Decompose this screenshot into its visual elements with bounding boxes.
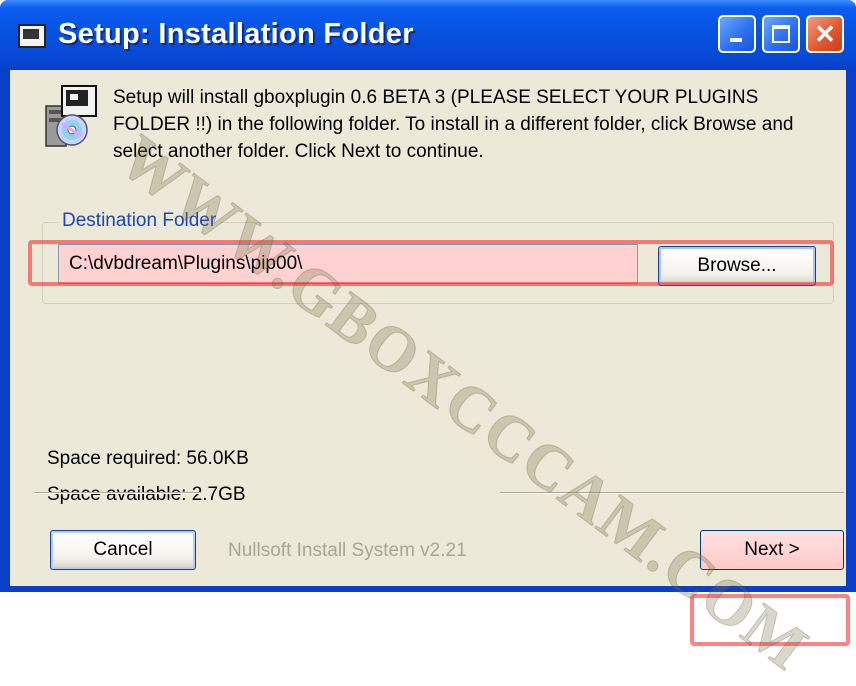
installer-window: Setup: Installation Folder ✕ Setup will …: [0, 0, 856, 685]
next-button[interactable]: Next >: [700, 530, 844, 570]
footer-divider-left: [34, 492, 200, 494]
minimize-button[interactable]: [718, 15, 756, 53]
maximize-icon: [772, 25, 790, 43]
window-title: Setup: Installation Folder: [58, 18, 414, 50]
browse-button[interactable]: Browse...: [658, 246, 816, 286]
app-icon: [18, 24, 46, 48]
cancel-button[interactable]: Cancel: [50, 530, 196, 570]
close-icon: ✕: [814, 19, 836, 49]
dialog-body: Setup will install gboxplugin 0.6 BETA 3…: [10, 70, 850, 646]
highlight-annotation-next: [690, 594, 850, 646]
close-button[interactable]: ✕: [806, 15, 844, 53]
space-available: Space available: 2.7GB: [47, 484, 246, 505]
installer-icon: [45, 85, 97, 147]
header-description: Setup will install gboxplugin 0.6 BETA 3…: [113, 87, 794, 162]
footer-divider-right: [500, 492, 844, 494]
maximize-button[interactable]: [762, 15, 800, 53]
destination-path-input[interactable]: [58, 244, 638, 284]
title-bar[interactable]: Setup: Installation Folder ✕: [0, 0, 856, 70]
space-required: Space required: 56.0KB: [47, 448, 249, 469]
destination-folder-label: Destination Folder: [58, 210, 221, 232]
minimize-icon: [730, 38, 742, 42]
nsis-branding: Nullsoft Install System v2.21: [228, 540, 467, 561]
